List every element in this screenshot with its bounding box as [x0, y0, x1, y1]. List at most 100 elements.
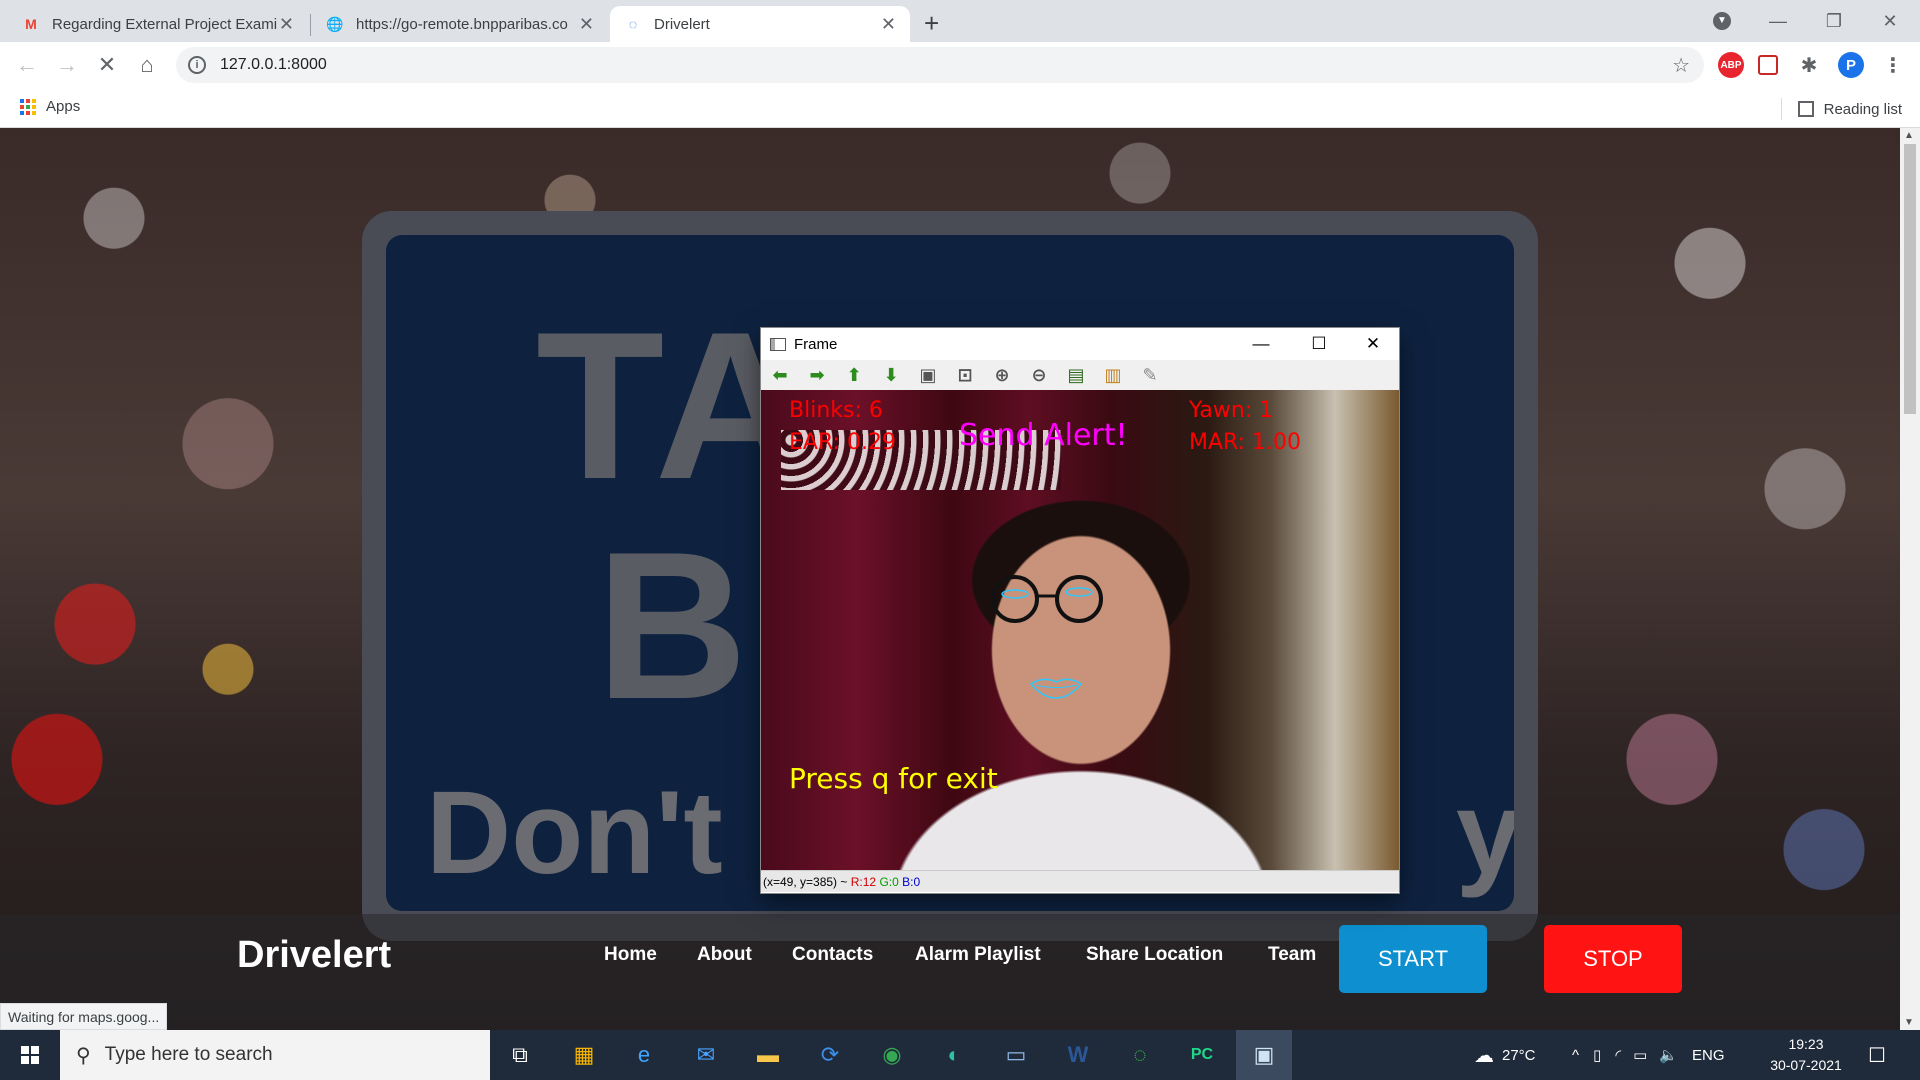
chevron-up-icon[interactable]: ^: [1572, 1047, 1579, 1064]
taskbar-search[interactable]: ⚲ Type here to search: [60, 1030, 490, 1080]
frame-title: Frame: [794, 335, 838, 353]
bookmark-star-icon[interactable]: ☆: [1672, 53, 1690, 78]
chrome-icon[interactable]: ◉: [864, 1030, 920, 1080]
scroll-up-icon[interactable]: ▲: [1904, 130, 1914, 141]
start-button[interactable]: START: [1339, 925, 1487, 993]
word-icon[interactable]: W: [1050, 1030, 1106, 1080]
task-view-icon[interactable]: ⧉: [492, 1030, 548, 1080]
clock-date: 30-07-2021: [1770, 1057, 1842, 1073]
address-bar[interactable]: i 127.0.0.1:8000 ☆: [176, 47, 1704, 83]
stop-button[interactable]: STOP: [1544, 925, 1682, 993]
gmail-icon: M: [25, 16, 37, 32]
pan-down-icon[interactable]: ⬇: [878, 364, 904, 386]
pixel-red: R:12: [850, 874, 877, 889]
reading-list-button[interactable]: Reading list: [1780, 98, 1902, 120]
nav-about[interactable]: About: [697, 944, 752, 966]
more-menu-icon[interactable]: ⋮: [1880, 52, 1906, 78]
back-button[interactable]: ←: [12, 50, 42, 80]
info-icon[interactable]: i: [188, 56, 206, 74]
wifi-icon[interactable]: ◜: [1615, 1046, 1621, 1064]
tab-drivelert[interactable]: ◌ Drivelert ✕: [610, 6, 910, 42]
tab-separator: [310, 14, 311, 36]
copy-clipboard-icon[interactable]: ▥: [1100, 364, 1126, 386]
pan-up-icon[interactable]: ⬆: [841, 364, 867, 386]
pan-right-icon[interactable]: ➡: [804, 364, 830, 386]
taskbar-clock[interactable]: 19:23 30-07-2021: [1762, 1034, 1850, 1076]
pixel-green: G:0: [879, 874, 899, 889]
adblock-plus-icon[interactable]: ABP: [1718, 52, 1744, 78]
frame-titlebar[interactable]: Frame — ☐ ✕: [761, 328, 1399, 360]
extensions-puzzle-icon[interactable]: ✱: [1796, 52, 1822, 78]
loading-app-icon[interactable]: ◌: [1112, 1030, 1168, 1080]
scrollbar-thumb[interactable]: [1904, 144, 1916, 414]
site-navbar: Drivelert Home About Contacts Alarm Play…: [0, 914, 1900, 1030]
system-tray-icons[interactable]: ^ ▯ ◜ ▭ 🔈 ENG: [1572, 1030, 1725, 1080]
nav-alarm-playlist[interactable]: Alarm Playlist: [915, 944, 1041, 966]
tab-bnp[interactable]: 🌐 https://go-remote.bnpparibas.co ✕: [312, 6, 608, 42]
nav-contacts[interactable]: Contacts: [792, 944, 873, 966]
restore-button[interactable]: ❐: [1806, 0, 1862, 42]
frame-window[interactable]: Frame — ☐ ✕ ⬅ ➡ ⬆ ⬇ ▣ ⊡ ⊕ ⊖ ▤ ▥ ✎ Blinks…: [760, 327, 1400, 894]
desktop-app-icon[interactable]: ▭: [988, 1030, 1044, 1080]
device-icon[interactable]: ▯: [1593, 1046, 1601, 1064]
pan-left-icon[interactable]: ⬅: [767, 364, 793, 386]
start-menu-button[interactable]: [0, 1030, 60, 1080]
nav-share-location[interactable]: Share Location: [1086, 944, 1223, 966]
home-button[interactable]: ⌂: [132, 50, 162, 80]
frame-maximize-button[interactable]: ☐: [1291, 328, 1347, 360]
zoom-fit-icon[interactable]: ⊡: [952, 364, 978, 386]
stop-loading-button[interactable]: ✕: [92, 50, 122, 80]
zoom-image-icon[interactable]: ▣: [915, 364, 941, 386]
yawn-counter: Yawn: 1: [1189, 398, 1274, 423]
tab-title: https://go-remote.bnpparibas.co: [356, 15, 568, 33]
forward-button[interactable]: →: [52, 50, 82, 80]
battery-icon[interactable]: ▭: [1633, 1046, 1647, 1064]
loading-spinner-icon: ◌: [628, 16, 638, 32]
edge-icon[interactable]: ◐: [926, 1030, 982, 1080]
close-icon[interactable]: ✕: [279, 14, 294, 35]
internet-explorer-icon[interactable]: e: [616, 1030, 672, 1080]
reading-list-icon: [1797, 101, 1814, 117]
page-scrollbar[interactable]: ▲ ▼: [1900, 128, 1920, 1030]
globe-icon: 🌐: [326, 15, 344, 32]
pixel-blue: B:0: [902, 874, 921, 889]
url-text: 127.0.0.1:8000: [220, 56, 327, 73]
site-brand[interactable]: Drivelert: [237, 934, 391, 977]
notification-icon[interactable]: ☐: [1868, 1030, 1886, 1080]
mail-icon[interactable]: ✉: [678, 1030, 734, 1080]
webcam-frame: Blinks: 6 EAR: 0.29 Send Alert! Yawn: 1 …: [761, 390, 1399, 870]
properties-icon[interactable]: ✎: [1137, 364, 1163, 386]
window-close-button[interactable]: ✕: [1862, 0, 1918, 42]
language-indicator[interactable]: ENG: [1692, 1047, 1725, 1064]
close-icon[interactable]: ✕: [881, 14, 896, 35]
tab-gmail[interactable]: M Regarding External Project Exami ✕: [8, 6, 308, 42]
nav-team[interactable]: Team: [1268, 944, 1316, 966]
nav-home[interactable]: Home: [604, 944, 657, 966]
profile-avatar[interactable]: P: [1838, 52, 1864, 78]
store-icon[interactable]: ▦: [556, 1030, 612, 1080]
tab-search-button[interactable]: ▼: [1694, 0, 1750, 42]
scroll-down-icon[interactable]: ▼: [1904, 1017, 1914, 1028]
close-icon[interactable]: ✕: [579, 14, 594, 35]
frame-window-taskbar-icon[interactable]: ▣: [1236, 1030, 1292, 1080]
pycharm-icon[interactable]: PC: [1174, 1030, 1230, 1080]
volume-icon[interactable]: 🔈: [1659, 1046, 1678, 1064]
mouth-landmark-contour: [1029, 678, 1083, 699]
zoom-out-icon[interactable]: ⊖: [1026, 364, 1052, 386]
abp-label: ABP: [1720, 59, 1742, 71]
settings-sync-icon[interactable]: ⟳: [802, 1030, 858, 1080]
frame-close-button[interactable]: ✕: [1345, 328, 1401, 360]
minimize-button[interactable]: —: [1750, 0, 1806, 42]
frame-minimize-button[interactable]: —: [1233, 328, 1289, 360]
profile-initial: P: [1845, 56, 1856, 74]
zoom-in-icon[interactable]: ⊕: [989, 364, 1015, 386]
apps-shortcut[interactable]: Apps: [20, 98, 80, 115]
pocket-icon[interactable]: [1758, 55, 1778, 75]
browser-status-bubble: Waiting for maps.goog...: [0, 1003, 168, 1030]
new-tab-button[interactable]: +: [924, 8, 939, 39]
sign-text-line3-right: y.: [1456, 767, 1514, 899]
weather-widget[interactable]: ☁ 27°C: [1474, 1030, 1536, 1080]
file-explorer-icon[interactable]: ▬: [740, 1030, 796, 1080]
save-icon[interactable]: ▤: [1063, 364, 1089, 386]
chevron-down-icon: ▼: [1713, 12, 1731, 30]
